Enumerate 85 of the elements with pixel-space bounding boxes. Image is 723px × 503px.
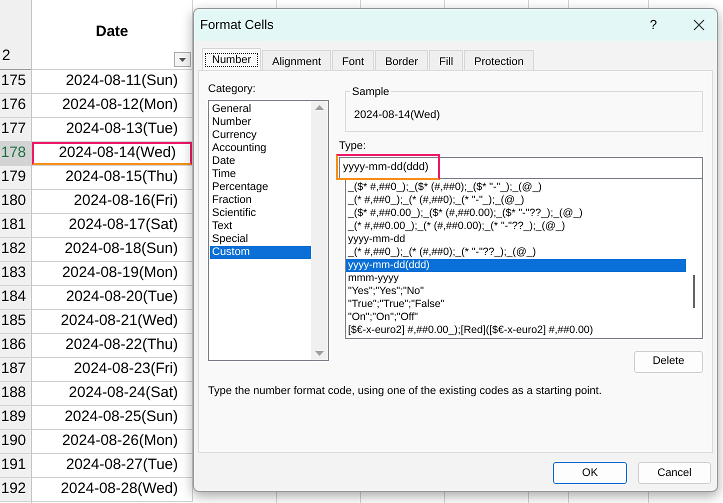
category-item[interactable]: Time	[210, 168, 311, 180]
date-cell[interactable]: 2024-08-17(Sat)	[32, 214, 192, 237]
date-cell[interactable]: 2024-08-18(Sun)	[32, 238, 192, 261]
filter-dropdown-button[interactable]	[174, 52, 191, 67]
format-item[interactable]: _(* #,##0.00_);_(* (#,##0.00);_(* "-"??_);_(@_)	[346, 220, 686, 232]
category-item[interactable]: General	[210, 102, 311, 116]
row-header[interactable]: 186	[0, 334, 31, 358]
window-title: Format Cells	[200, 16, 274, 34]
row-header[interactable]: 190	[0, 430, 31, 454]
row-header[interactable]: 178	[0, 142, 31, 166]
row-header: 2	[0, 0, 31, 70]
format-item[interactable]: "Yes";"Yes";"No"	[346, 284, 686, 298]
date-cell[interactable]: 2024-08-27(Tue)	[32, 454, 192, 477]
date-cell[interactable]: 2024-08-20(Tue)	[32, 286, 192, 309]
date-cell[interactable]: 2024-08-13(Tue)	[32, 118, 192, 141]
date-cell[interactable]: 2024-08-15(Thu)	[32, 166, 192, 189]
date-cell[interactable]: 2024-08-26(Mon)	[32, 430, 192, 453]
category-item[interactable]: Custom	[210, 246, 311, 258]
category-label: Category:	[208, 82, 257, 97]
row-header[interactable]: 188	[0, 382, 31, 406]
sample-value: 2024-08-14(Wed)	[354, 108, 440, 122]
type-input[interactable]: yyyy-mm-dd(ddd)	[339, 156, 703, 178]
category-item[interactable]: Accounting	[210, 142, 311, 154]
hint-text: Type the number format code, using one of the existing codes as a starting point.	[208, 384, 603, 398]
format-item[interactable]: _($* #,##0_);_($* (#,##0);_($* "-"_);_(@_)	[346, 180, 686, 194]
row-header[interactable]: 183	[0, 262, 31, 286]
dialog-tab[interactable]: Border	[375, 50, 428, 70]
date-cell[interactable]: 2024-08-11(Sun)	[32, 70, 192, 93]
column-header: Date	[96, 22, 128, 42]
delete-button[interactable]: Delete	[634, 350, 703, 372]
format-item[interactable]: "True";"True";"False"	[346, 298, 686, 310]
date-cell[interactable]: 2024-08-16(Fri)	[32, 190, 192, 213]
date-cell[interactable]: 2024-08-19(Mon)	[32, 262, 192, 285]
date-cell[interactable]: 2024-08-23(Fri)	[32, 358, 192, 381]
type-label: Type:	[339, 139, 367, 154]
dialog-tab[interactable]: Number	[202, 48, 262, 70]
format-item[interactable]: [$€-x-euro2] #,##0.00_);[Red]([$€-x-euro2] #,##0.00)	[346, 324, 686, 336]
scrollbar-thumb[interactable]	[693, 274, 695, 308]
cancel-button[interactable]: Cancel	[638, 462, 711, 484]
format-item[interactable]: "On";"On";"Off"	[346, 310, 686, 324]
close-icon[interactable]	[693, 19, 705, 31]
row-header[interactable]: 179	[0, 166, 31, 190]
date-cell[interactable]: 2024-08-22(Thu)	[32, 334, 192, 357]
row-header[interactable]: 176	[0, 94, 31, 118]
row-header[interactable]: 177	[0, 118, 31, 142]
format-item[interactable]: _($* #,##0.00_);_($* (#,##0.00);_($* "-"??_);_(@_)	[346, 206, 686, 220]
category-item[interactable]: Currency	[210, 128, 311, 142]
format-item[interactable]: yyyy-mm-dd	[346, 232, 686, 246]
category-list[interactable]: General Number Currency Accounting Date Time Percentage Fraction Scientific Text Special Custom	[208, 100, 329, 360]
row-header[interactable]: 191	[0, 454, 31, 478]
dialog-tab[interactable]: Alignment	[262, 50, 332, 70]
category-item[interactable]: Scientific	[210, 206, 311, 220]
category-item[interactable]: Number	[210, 116, 311, 128]
row-header[interactable]: 184	[0, 286, 31, 310]
category-item[interactable]: Text	[210, 220, 311, 232]
help-button[interactable]: ?	[650, 15, 657, 35]
row-header[interactable]: 175	[0, 70, 31, 94]
date-cell[interactable]: 2024-08-12(Mon)	[32, 94, 192, 117]
row-header[interactable]: 181	[0, 214, 31, 238]
date-cell[interactable]: 2024-08-24(Sat)	[32, 382, 192, 405]
format-item[interactable]: mmm-yyyy	[346, 272, 686, 284]
format-item[interactable]: _(* #,##0_);_(* (#,##0);_(* "-"??_);_(@_)	[346, 246, 686, 258]
format-item[interactable]: _(* #,##0_);_(* (#,##0);_(* "-"_);_(@_)	[346, 194, 686, 206]
ok-button[interactable]: OK	[553, 462, 627, 484]
row-header[interactable]: 182	[0, 238, 31, 262]
sample-label: Sample	[350, 84, 392, 100]
date-cell[interactable]: 2024-08-25(Sun)	[32, 406, 192, 429]
category-item[interactable]: Fraction	[210, 194, 311, 206]
caret-icon	[179, 58, 186, 62]
date-cell[interactable]: 2024-08-14(Wed)	[32, 142, 192, 165]
dialog-tab[interactable]: Font	[332, 50, 374, 70]
format-item[interactable]: yyyy-mm-dd(ddd)	[346, 258, 686, 272]
date-cell[interactable]: 2024-08-21(Wed)	[32, 310, 192, 333]
format-list[interactable]	[345, 178, 703, 338]
row-header[interactable]: 187	[0, 358, 31, 382]
category-item[interactable]: Percentage	[210, 180, 311, 194]
category-item[interactable]: Date	[210, 154, 311, 168]
dialog-tab[interactable]: Protection	[464, 50, 534, 70]
row-header[interactable]: 185	[0, 310, 31, 334]
dialog-tab[interactable]: Fill	[429, 50, 464, 70]
date-cell[interactable]: 2024-08-28(Wed)	[32, 478, 192, 501]
row-header[interactable]: 180	[0, 190, 31, 214]
row-header[interactable]: 192	[0, 478, 31, 502]
row-header[interactable]: 189	[0, 406, 31, 430]
category-item[interactable]: Special	[210, 232, 311, 246]
